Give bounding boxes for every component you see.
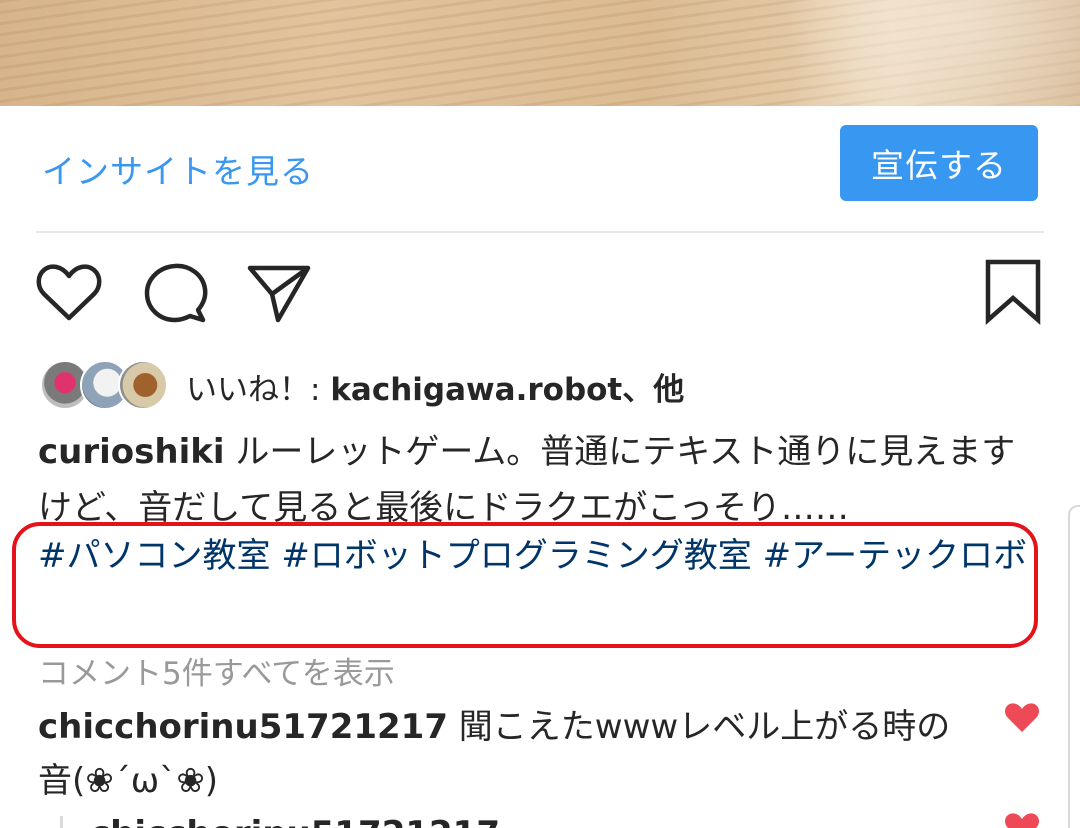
post-caption: curioshiki ルーレットゲーム。普通にテキスト通りに見えますけど、音だし… bbox=[38, 424, 1028, 536]
reply-username[interactable]: chicchorinu51721217 bbox=[90, 814, 500, 828]
comment-bubble-icon[interactable] bbox=[140, 258, 210, 328]
caption-username[interactable]: curioshiki bbox=[38, 432, 225, 472]
promote-button[interactable]: 宣伝する bbox=[840, 125, 1038, 201]
caption-hashtags: #パソコン教室 #ロボットプログラミング教室 #アーテックロボ bbox=[38, 528, 1028, 584]
send-paper-plane-icon[interactable] bbox=[244, 258, 314, 328]
divider bbox=[36, 231, 1044, 233]
hashtag-link[interactable]: #ロボットプログラミング教室 bbox=[281, 536, 752, 576]
comment-item: chicchorinu51721217 聞こえたwwwレベル上がる時の音(❀´ω… bbox=[38, 700, 978, 808]
view-insights-link[interactable]: インサイトを見る bbox=[42, 145, 314, 193]
hashtag-link[interactable]: #パソコン教室 bbox=[38, 536, 271, 576]
photo-highlight bbox=[790, 0, 1080, 106]
likes-summary[interactable]: いいね！: kachigawa.robot、他 bbox=[186, 364, 684, 409]
bookmark-icon[interactable] bbox=[978, 258, 1048, 328]
hashtag-link[interactable]: #アーテックロボ bbox=[763, 536, 1027, 576]
heart-outline-icon[interactable] bbox=[34, 258, 104, 328]
likes-prefix: いいね！: bbox=[186, 372, 331, 408]
reply-like-heart-icon[interactable] bbox=[1004, 812, 1040, 828]
liker-avatar[interactable] bbox=[118, 360, 168, 410]
post-view: インサイトを見る 宣伝する いいね！: kachigawa.robot、他 cu… bbox=[0, 0, 1080, 828]
liker-username[interactable]: kachigawa.robot bbox=[330, 372, 622, 408]
reply-thread-line bbox=[60, 816, 63, 828]
comment-username[interactable]: chicchorinu51721217 bbox=[38, 707, 448, 747]
post-photo[interactable] bbox=[0, 0, 1080, 106]
comment-like-heart-icon[interactable] bbox=[1004, 702, 1040, 734]
view-all-comments-link[interactable]: コメント5件すべてを表示 bbox=[38, 648, 395, 693]
likes-suffix[interactable]: 、他 bbox=[622, 372, 684, 408]
scroll-indicator[interactable] bbox=[1068, 505, 1080, 828]
